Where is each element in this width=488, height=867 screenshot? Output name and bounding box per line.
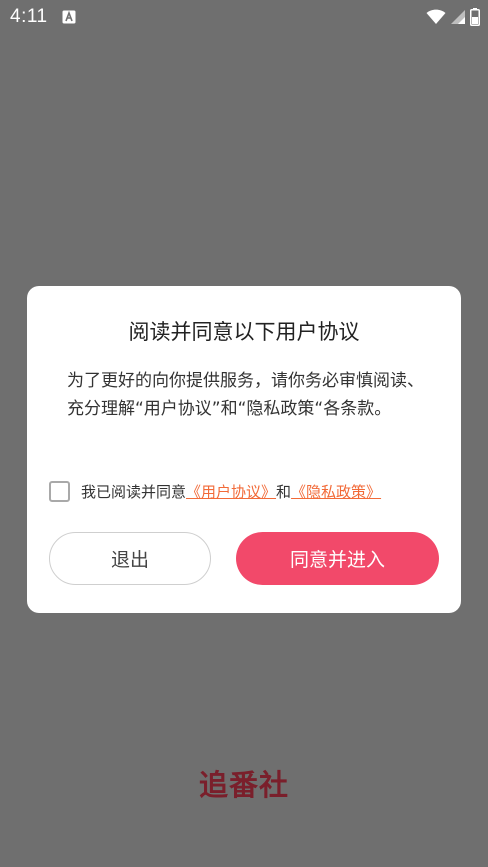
agree-row: 我已阅读并同意 《用户协议》 和 《隐私政策》: [49, 479, 381, 503]
agree-checkbox[interactable]: [49, 480, 70, 502]
dialog-body-text: 为了更好的向你提供服务，请你务必审慎阅读、充分理解“用户协议”和“隐私政策“各条…: [67, 371, 424, 419]
privacy-policy-link[interactable]: 《隐私政策》: [291, 481, 381, 502]
and-text: 和: [276, 482, 292, 501]
agree-prefix-text: 我已阅读并同意: [81, 482, 187, 501]
brand-logo: 追番社: [198, 768, 289, 802]
dialog-title: 阅读并同意以下用户协议: [128, 320, 360, 344]
user-agreement-link[interactable]: 《用户协议》: [186, 481, 276, 502]
user-agreement-dialog: 阅读并同意以下用户协议 为了更好的向你提供服务，请你务必审慎阅读、充分理解“用户…: [27, 286, 461, 613]
agree-and-enter-button[interactable]: 同意并进入: [236, 532, 439, 585]
exit-button[interactable]: 退出: [49, 532, 211, 585]
